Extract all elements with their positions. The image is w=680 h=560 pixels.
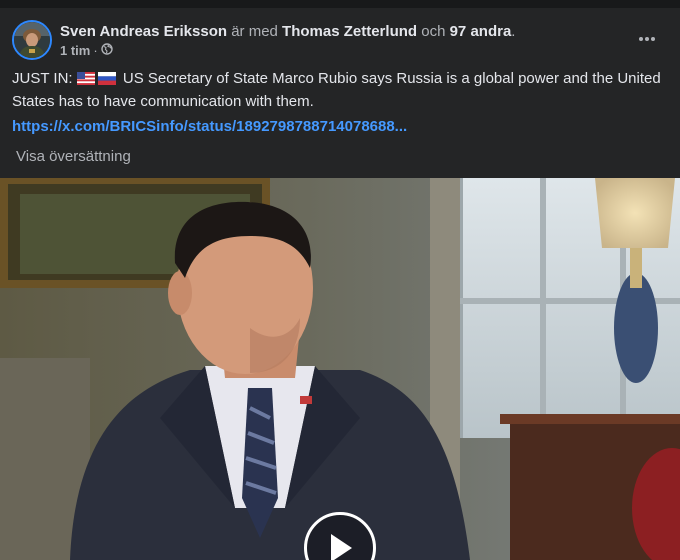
globe-icon [100, 43, 113, 59]
period: . [511, 23, 516, 40]
post-attribution: Sven Andreas Eriksson är med Thomas Zett… [60, 22, 515, 41]
external-link[interactable]: https://x.com/BRICSinfo/status/189279878… [12, 116, 407, 137]
post-time-row: 1 tim · [60, 43, 515, 59]
and-text: och [421, 23, 446, 40]
time-separator: · [93, 43, 98, 58]
text-prefix: JUST IN: [12, 70, 73, 87]
video-frame [0, 178, 680, 560]
post-header: Sven Andreas Eriksson är med Thomas Zett… [12, 20, 668, 64]
others-count-link[interactable]: 97 andra [450, 23, 512, 40]
author-name[interactable]: Sven Andreas Eriksson [60, 23, 227, 40]
post-time[interactable]: 1 tim [60, 43, 90, 59]
us-flag-icon [76, 70, 95, 91]
feed-background [0, 0, 680, 8]
with-text: är med [231, 23, 278, 40]
tagged-person[interactable]: Thomas Zetterlund [282, 23, 417, 40]
post-meta: Sven Andreas Eriksson är med Thomas Zett… [60, 22, 515, 59]
author-avatar[interactable] [12, 20, 52, 60]
more-options-icon[interactable] [634, 26, 660, 52]
russia-flag-icon [97, 70, 116, 91]
facebook-post: Sven Andreas Eriksson är med Thomas Zett… [0, 0, 680, 560]
video-player[interactable] [0, 178, 680, 560]
see-translation-link[interactable]: Visa översättning [16, 147, 131, 167]
post-text: JUST IN: US Secretary of State Marco Rub… [12, 68, 662, 112]
